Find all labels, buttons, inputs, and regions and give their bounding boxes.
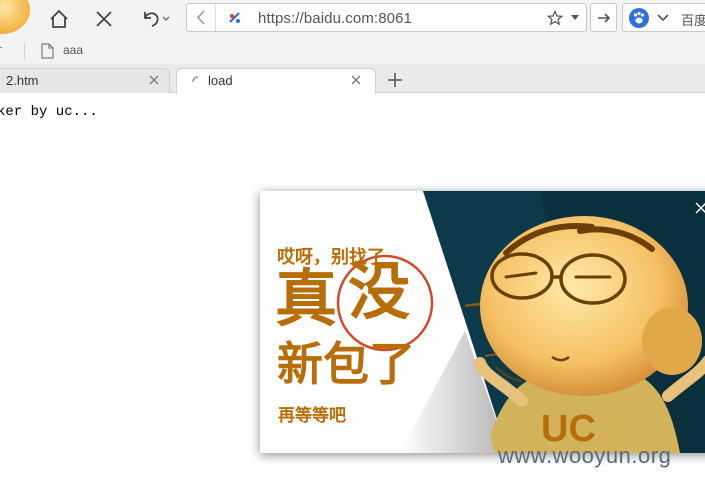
tab-2-htm[interactable]: 2.htm bbox=[0, 68, 170, 93]
bookmarks-bar: aaa bbox=[0, 38, 705, 64]
tab-label: 2.htm bbox=[6, 73, 39, 88]
bookmarks-separator bbox=[24, 43, 25, 59]
site-icon bbox=[229, 12, 240, 23]
undo-close-tab-button[interactable] bbox=[137, 6, 173, 32]
go-icon bbox=[598, 13, 611, 23]
browser-logo[interactable] bbox=[0, 0, 30, 34]
bookmarks-overflow-icon[interactable] bbox=[0, 47, 2, 48]
loading-spinner-icon bbox=[192, 76, 199, 83]
popup-line3: 新包了 bbox=[277, 337, 415, 391]
stop-button[interactable] bbox=[91, 6, 117, 32]
close-icon[interactable] bbox=[350, 74, 362, 86]
page-icon bbox=[41, 43, 54, 59]
star-icon[interactable] bbox=[547, 10, 563, 26]
browser-toolbar: https://baidu.com:8061 百度 bbox=[0, 0, 705, 38]
tab-label: load bbox=[208, 73, 233, 88]
watermark: www.wooyun.org bbox=[498, 443, 672, 468]
uc-popup: 哎呀，别找了 真 没 新包了 再等等吧 UC bbox=[260, 191, 705, 453]
paw-icon[interactable] bbox=[629, 8, 649, 28]
go-button[interactable] bbox=[590, 3, 617, 32]
page-body-text: ker by uc... bbox=[0, 104, 98, 120]
tab-load[interactable]: load bbox=[176, 68, 376, 94]
close-icon[interactable] bbox=[148, 74, 160, 86]
address-bar[interactable]: https://baidu.com:8061 bbox=[186, 3, 587, 32]
dropdown-icon[interactable] bbox=[570, 14, 580, 22]
bookmark-label[interactable]: aaa bbox=[63, 43, 83, 57]
new-tab-icon[interactable] bbox=[385, 70, 405, 90]
popup-big-char-1: 真 bbox=[275, 262, 338, 335]
home-icon bbox=[50, 10, 68, 28]
url-text[interactable]: https://baidu.com:8061 bbox=[258, 10, 412, 27]
home-button[interactable] bbox=[46, 6, 72, 32]
back-icon bbox=[196, 10, 205, 25]
chevron-down-icon[interactable] bbox=[657, 13, 669, 23]
back-button[interactable] bbox=[187, 4, 216, 31]
popup-big-char-2: 没 bbox=[348, 255, 411, 328]
search-engine-label: 百度 bbox=[681, 13, 705, 28]
stop-icon bbox=[96, 11, 112, 27]
undo-icon bbox=[144, 12, 170, 27]
popup-line4: 再等等吧 bbox=[278, 406, 346, 426]
search-box[interactable]: 百度 bbox=[622, 3, 705, 32]
tab-strip: 2.htm load bbox=[0, 64, 705, 94]
